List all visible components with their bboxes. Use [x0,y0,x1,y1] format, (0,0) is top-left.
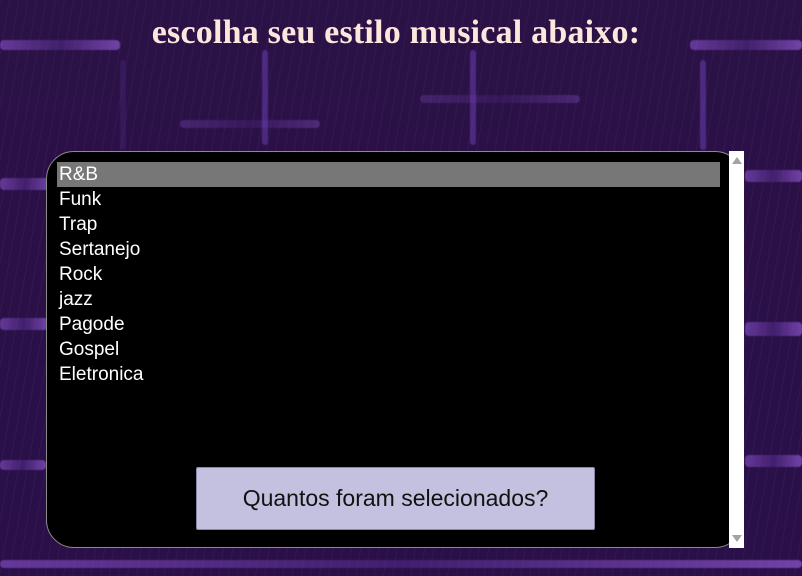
count-selected-button[interactable]: Quantos foram selecionados? [196,467,595,530]
genre-option[interactable]: Eletronica [57,362,720,387]
genre-options-list: R&B Funk Trap Sertanejo Rock jazz Pagode Gospel… [57,162,720,387]
genre-option[interactable]: R&B [57,162,720,187]
genre-option[interactable]: Funk [57,187,720,212]
genre-listbox[interactable]: R&B Funk Trap Sertanejo Rock jazz Pagode Gospel… [46,151,743,548]
genre-option[interactable]: Rock [57,262,720,287]
scroll-up-button[interactable] [729,153,744,168]
genre-option[interactable]: Pagode [57,312,720,337]
triangle-up-icon [731,157,742,164]
genre-option[interactable]: Sertanejo [57,237,720,262]
listbox-scrollbar[interactable] [729,151,744,548]
genre-option[interactable]: Gospel [57,337,720,362]
genre-option[interactable]: jazz [57,287,720,312]
triangle-down-icon [731,535,742,542]
scroll-down-button[interactable] [729,531,744,546]
genre-option[interactable]: Trap [57,212,720,237]
page-title: escolha seu estilo musical abaixo: [151,14,641,51]
